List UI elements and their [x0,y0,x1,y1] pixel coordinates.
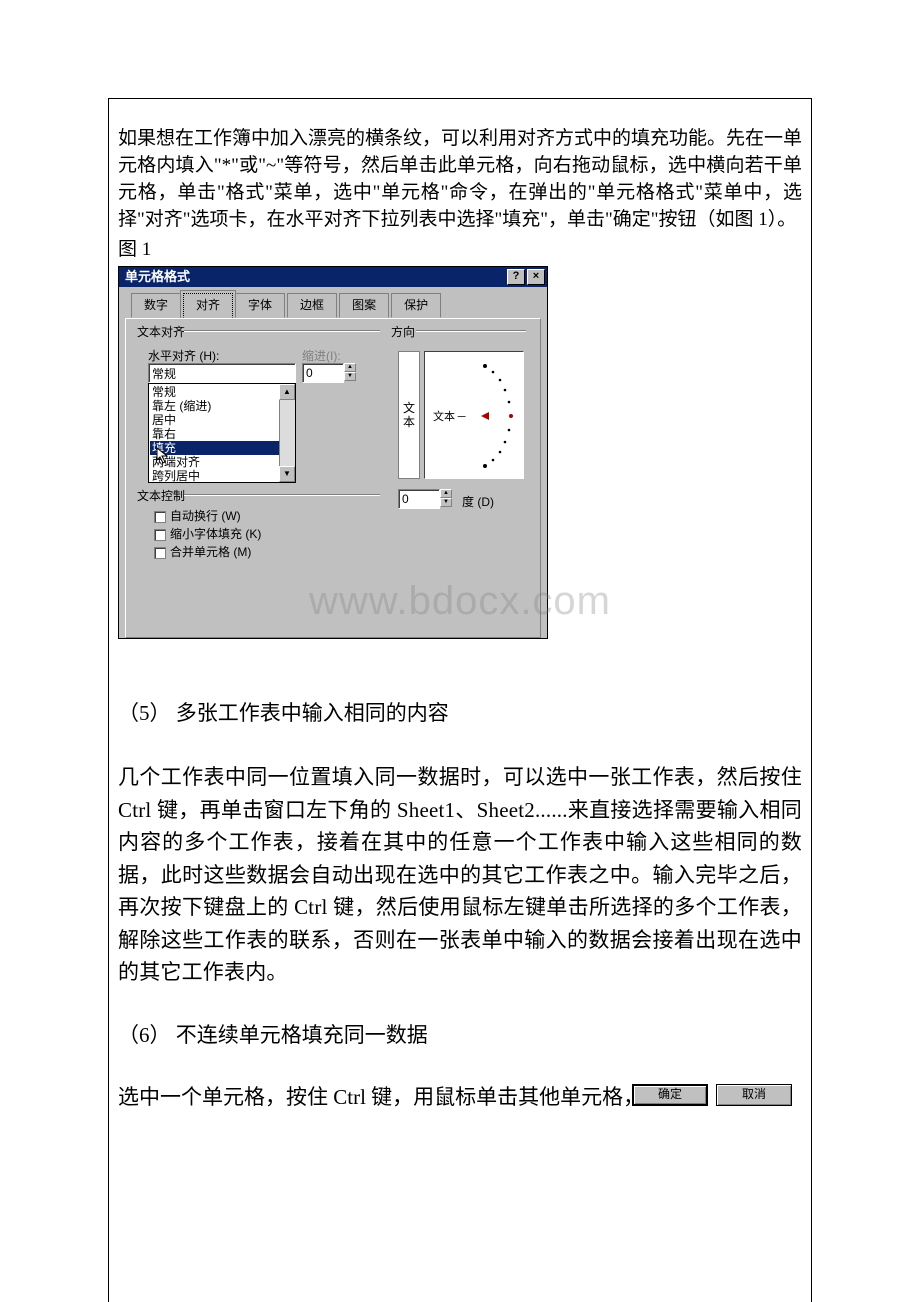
checkbox-merge[interactable]: 合并单元格 (M) [154,543,251,562]
listbox-scroll-up[interactable]: ▲ [279,384,295,400]
checkbox-shrink-label: 缩小字体填充 (K) [170,525,261,544]
ok-button[interactable]: 确定 [632,1084,708,1106]
group-orientation-line [416,330,526,332]
orientation-vertical-text: 文 [403,401,415,415]
group-text-align-label: 文本对齐 [134,323,188,342]
section-5-paragraph: 几个工作表中同一位置填入同一数据时，可以选中一张工作表，然后按住 Ctrl 键，… [118,761,802,989]
listbox-scroll-down[interactable]: ▼ [279,466,295,482]
tab-protection[interactable]: 保护 [391,293,441,318]
halign-option-4[interactable]: 填充 [150,441,294,455]
halign-option-1[interactable]: 靠左 (缩进) [150,399,294,413]
group-textctrl-label: 文本控制 [134,487,188,506]
degree-label: 度 (D) [462,493,494,512]
cancel-button[interactable]: 取消 [716,1084,792,1106]
degree-spin-up[interactable]: ▲ [440,489,452,498]
intro-paragraph: 如果想在工作簿中加入漂亮的横条纹，可以利用对齐方式中的填充功能。先在一单元格内填… [118,126,802,234]
indent-spin-buttons[interactable]: ▲ ▼ [344,363,356,381]
content: 如果想在工作簿中加入漂亮的横条纹，可以利用对齐方式中的填充功能。先在一单元格内填… [118,126,802,1114]
orientation-dial-svg: 文本 ─ [425,352,525,480]
halign-listbox[interactable]: 常规 靠左 (缩进) 居中 靠右 填充 两端对齐 跨列居中 ▲ ▼ [148,383,296,483]
checkbox-wrap-label: 自动换行 (W) [170,507,241,526]
group-orientation-label: 方向 [388,323,418,342]
dialog-titlebar[interactable]: 单元格格式 ? × [119,267,547,287]
indent-spin-up[interactable]: ▲ [344,363,356,372]
indent-spin-down[interactable]: ▼ [344,372,356,381]
halign-option-2[interactable]: 居中 [150,413,294,427]
dialog-title: 单元格格式 [121,267,505,288]
cell-format-dialog: 单元格格式 ? × 数字 对齐 字体 边框 图案 保护 文本对齐 方向 水平对齐… [118,266,548,639]
degree-spin-down[interactable]: ▼ [440,498,452,507]
tab-pattern[interactable]: 图案 [339,293,389,318]
group-text-align-line [184,330,380,332]
section-6-heading: （6） 不连续单元格填充同一数据 [118,1019,802,1052]
indent-spinner[interactable] [302,363,344,383]
halign-option-0[interactable]: 常规 [150,385,294,399]
group-textctrl-line [184,494,380,496]
checkbox-shrink-box[interactable] [154,529,166,541]
orientation-vertical-box[interactable]: 文 本 [398,351,420,479]
help-button[interactable]: ? [507,269,525,285]
checkbox-merge-label: 合并单元格 (M) [170,543,251,562]
tab-alignment[interactable]: 对齐 [183,293,233,318]
checkbox-merge-box[interactable] [154,547,166,559]
close-button[interactable]: × [527,269,545,285]
halign-option-6[interactable]: 跨列居中 [150,469,294,483]
tab-font[interactable]: 字体 [235,293,285,318]
halign-option-3[interactable]: 靠右 [150,427,294,441]
tab-number[interactable]: 数字 [131,293,181,318]
section-5-heading: （5） 多张工作表中输入相同的内容 [118,697,802,731]
halign-value[interactable] [149,364,310,382]
orientation-dial[interactable]: 文本 ─ [424,351,524,479]
svg-text:文本 ─: 文本 ─ [433,409,466,423]
checkbox-wrap[interactable]: 自动换行 (W) [154,507,241,526]
checkbox-wrap-box[interactable] [154,511,166,523]
halign-combo[interactable]: ▼ [148,363,296,383]
tab-border[interactable]: 边框 [287,293,337,318]
degree-spin-buttons[interactable]: ▲ ▼ [440,489,452,507]
tab-panel: 文本对齐 方向 水平对齐 (H): 缩进(I): ▼ ▲ ▼ [125,318,541,638]
tabstrip: 数字 对齐 字体 边框 图案 保护 [131,293,547,318]
degree-spinner[interactable] [398,489,440,509]
halign-option-5[interactable]: 两端对齐 [150,455,294,469]
checkbox-shrink[interactable]: 缩小字体填充 (K) [154,525,261,544]
figure-caption: 图 1 [118,235,802,265]
